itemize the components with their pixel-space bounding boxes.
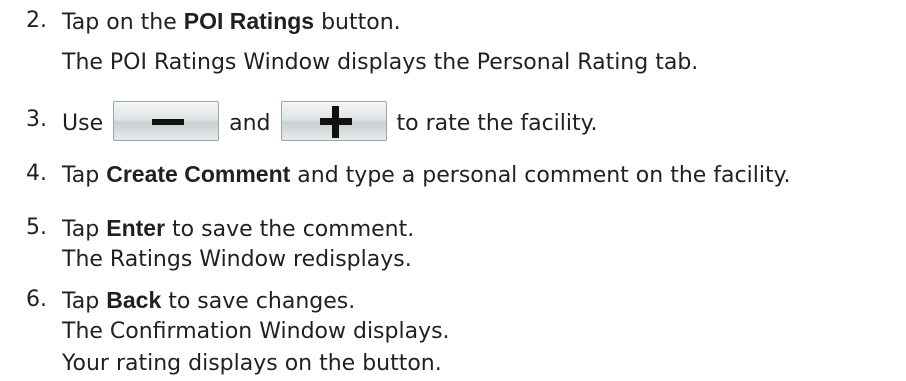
step-body: Tap Enter to save the comment. The Ratin… bbox=[62, 212, 414, 276]
plus-button[interactable] bbox=[280, 101, 387, 141]
step-note: The Confirmation Window displays. bbox=[62, 319, 450, 344]
minus-icon bbox=[114, 102, 218, 140]
step-body: Tap Back to save changes. The Confirmati… bbox=[62, 284, 450, 380]
back-label: Back bbox=[106, 287, 162, 313]
step-number: 4. bbox=[26, 161, 47, 186]
create-comment-label: Create Comment bbox=[106, 161, 291, 187]
step-line: Tap Back to save changes. bbox=[62, 287, 356, 314]
poi-ratings-label: POI Ratings bbox=[183, 8, 315, 34]
step-line: Tap on the POI Ratings button. bbox=[62, 8, 401, 35]
step-number: 5. bbox=[26, 215, 47, 240]
step-body: Tap on the POI Ratings button. The POI R… bbox=[62, 5, 698, 79]
step-line: Tap Enter to save the comment. bbox=[62, 215, 415, 242]
step-note: Your rating displays on the button. bbox=[62, 351, 442, 376]
step-note: The Ratings Window redisplays. bbox=[62, 247, 412, 272]
step-body: Use and to rate the facility. bbox=[62, 101, 598, 144]
step-number: 3. bbox=[26, 107, 47, 132]
plus-icon bbox=[282, 102, 386, 140]
step-body: Tap Create Comment and type a personal c… bbox=[62, 158, 790, 190]
step-number: 6. bbox=[26, 287, 47, 312]
minus-button[interactable] bbox=[113, 101, 220, 141]
step-note: The POI Ratings Window displays the Pers… bbox=[62, 50, 699, 75]
step-line: Tap Create Comment and type a personal c… bbox=[62, 161, 791, 188]
step-number: 2. bbox=[26, 8, 47, 33]
enter-label: Enter bbox=[106, 215, 166, 241]
